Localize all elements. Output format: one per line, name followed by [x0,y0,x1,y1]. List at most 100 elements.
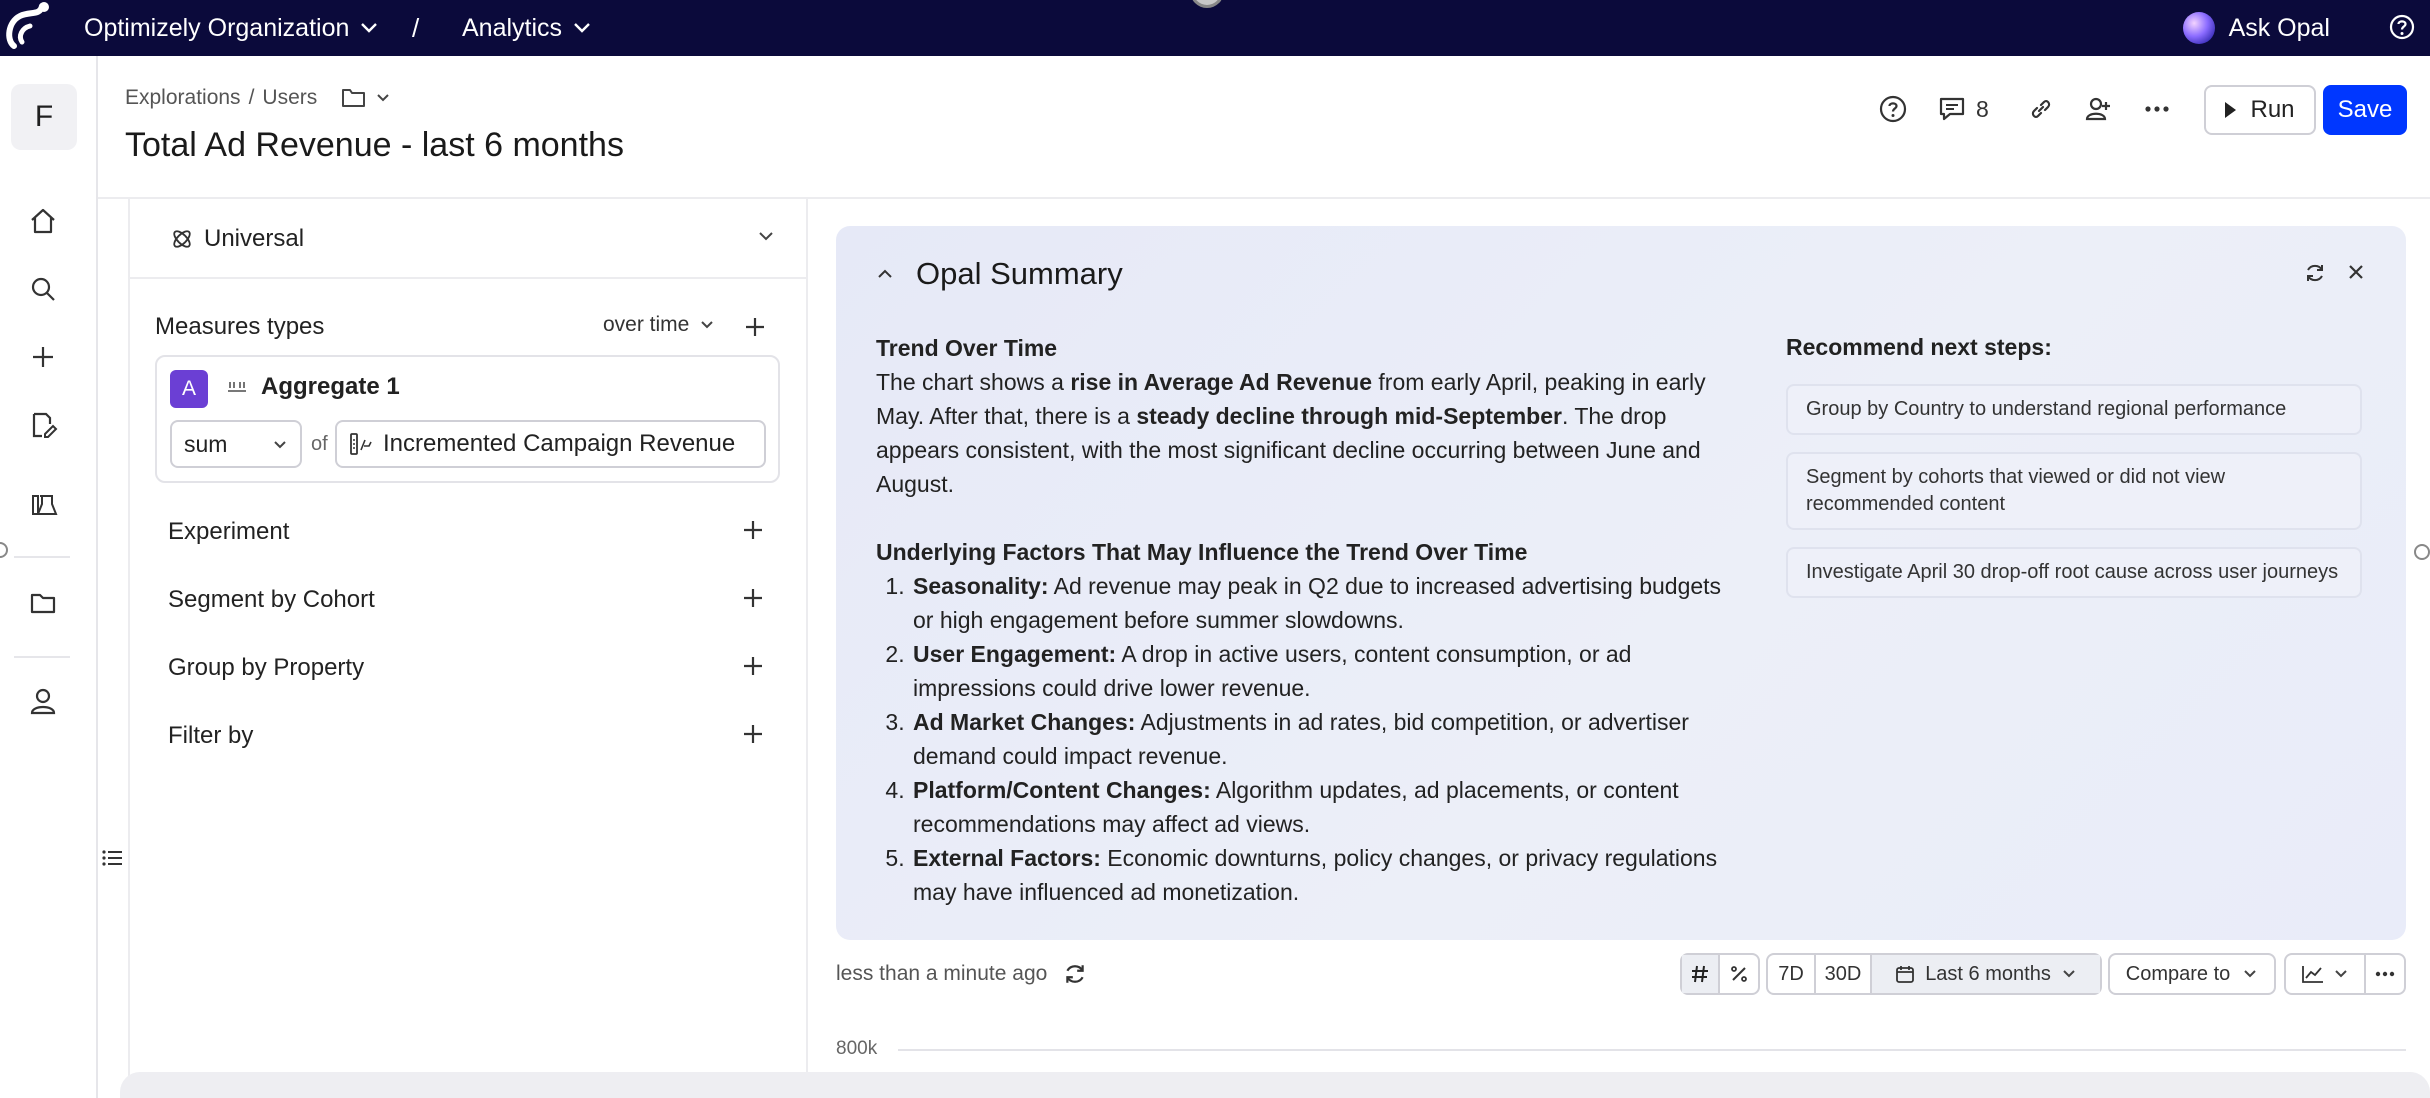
folder-icon[interactable] [26,586,60,620]
play-icon [2225,102,2237,118]
group-by-property-section[interactable]: Group by Property [168,654,364,682]
panel-divider [806,199,808,1098]
comment-count: 8 [1976,95,1989,122]
folder-picker[interactable] [341,87,391,109]
home-icon[interactable] [26,204,60,238]
factors-heading: Underlying Factors That May Influence th… [876,539,1528,565]
chevron-down-icon [377,94,389,102]
universal-selector[interactable]: Universal [130,199,806,279]
absolute-hash-icon[interactable] [1682,955,1720,993]
breadcrumb-explorations[interactable]: Explorations [125,86,241,110]
optimizely-logo-icon[interactable] [4,2,58,54]
add-icon[interactable] [26,340,60,374]
run-button[interactable]: Run [2204,85,2316,135]
line-chart-icon [2302,966,2323,983]
aggregation-value: sum [184,430,228,457]
range-30d-button[interactable]: 30D [1816,955,1872,993]
breadcrumb-users[interactable]: Users [262,86,317,110]
more-options-icon[interactable] [2140,92,2174,126]
user-icon[interactable] [26,684,60,718]
help-circle-icon[interactable] [1876,92,1910,126]
list-item: User Engagement: A drop in active users,… [911,637,1736,705]
metric-selector[interactable]: Incremented Campaign Revenue [335,420,766,468]
over-time-dropdown[interactable]: over time [603,313,715,337]
trend-paragraph: The chart shows a rise in Average Ad Rev… [876,365,1736,501]
run-label: Run [2250,96,2295,123]
percent-icon[interactable] [1720,955,1758,993]
comment-icon [1939,97,1965,121]
add-filter-icon[interactable] [741,722,765,746]
recommendation-chip[interactable]: Group by Country to understand regional … [1786,384,2362,435]
add-measure-icon[interactable] [743,315,767,339]
chart-type-controls [2284,953,2406,995]
aggregate-badge: A [170,370,208,408]
grid-line [898,1049,2406,1051]
universal-label-wrap: Universal [170,199,304,279]
page-title: Total Ad Revenue - last 6 months [125,126,624,164]
right-resize-handle[interactable] [2414,544,2430,560]
recommend-title: Recommend next steps: [1786,334,2052,360]
refresh-icon[interactable] [1063,962,1087,986]
factor-label: Ad Market Changes: [913,709,1136,735]
add-experiment-icon[interactable] [741,518,765,542]
date-range-label: Last 6 months [1925,962,2051,985]
compare-to-dropdown[interactable]: Compare to [2108,953,2276,995]
factor-label: Seasonality: [913,573,1049,599]
add-group-by-icon[interactable] [741,654,765,678]
summary-body: Trend Over Time The chart shows a rise i… [876,331,1736,909]
calendar-icon [1896,966,1915,983]
help-icon[interactable] [2388,13,2416,41]
measures-title: Measures types [155,313,325,340]
value-mode-toggle [1680,953,1760,995]
last-updated-text: less than a minute ago [836,962,1048,985]
chevron-down-icon [2335,970,2347,978]
ask-opal-button[interactable]: Ask Opal [2182,0,2330,56]
lab-flask-icon[interactable] [26,488,60,522]
share-users-icon[interactable] [2082,92,2116,126]
rail-resize-handle[interactable] [0,542,8,558]
topbar-separator: / [412,12,420,43]
comments-button[interactable]: 8 [1938,92,1989,126]
chevron-down-icon [2063,970,2075,978]
add-cohort-icon[interactable] [741,586,765,610]
org-name: Optimizely Organization [84,13,350,42]
breadcrumb-separator: / [248,86,255,109]
experiment-section[interactable]: Experiment [168,518,289,546]
org-switcher[interactable]: Optimizely Organization [84,0,379,56]
trend-highlight: rise in Average Ad Revenue [1070,369,1372,395]
recommendation-chip[interactable]: Segment by cohorts that viewed or did no… [1786,452,2362,530]
close-icon[interactable] [2346,262,2366,282]
edit-document-icon[interactable] [26,408,60,442]
chart-more-icon[interactable] [2366,955,2404,993]
panel-divider [128,199,130,1098]
filter-by-section[interactable]: Filter by [168,722,253,750]
link-icon[interactable] [2024,92,2058,126]
aggregate-icon [228,382,246,392]
chevron-down-icon [759,232,773,241]
outline-list-icon[interactable] [102,848,124,868]
segment-by-cohort-section[interactable]: Segment by Cohort [168,586,375,614]
chart-type-dropdown[interactable] [2286,955,2366,993]
product-switcher[interactable]: Analytics [462,0,592,56]
aggregate-title-wrap[interactable]: Aggregate 1 [227,373,400,401]
range-7d-button[interactable]: 7D [1768,955,1816,993]
trend-heading: Trend Over Time [876,335,1058,361]
ask-opal-label: Ask Opal [2228,13,2330,42]
aggregation-select[interactable]: sum [170,420,302,468]
date-range-dropdown[interactable]: Last 6 months [1872,955,2100,993]
aggregate-card: A Aggregate 1 sum of Incremented Campaig… [155,355,780,483]
recommendation-chip[interactable]: Investigate April 30 drop-off root cause… [1786,547,2362,598]
opal-summary-title: Opal Summary [916,256,1123,291]
chevron-down-icon [701,321,714,329]
trend-highlight: steady decline through mid-September [1136,403,1562,429]
opal-summary-header[interactable]: Opal Summary [876,256,1123,292]
search-icon[interactable] [26,272,60,306]
chevron-down-icon [574,23,590,33]
workspace-avatar[interactable]: F [11,84,77,150]
rail-divider [14,556,70,558]
chevron-down-icon [2244,970,2256,978]
over-time-label: over time [603,313,690,336]
save-button[interactable]: Save [2323,85,2407,135]
refresh-icon[interactable] [2304,262,2326,284]
atom-icon [173,230,191,248]
